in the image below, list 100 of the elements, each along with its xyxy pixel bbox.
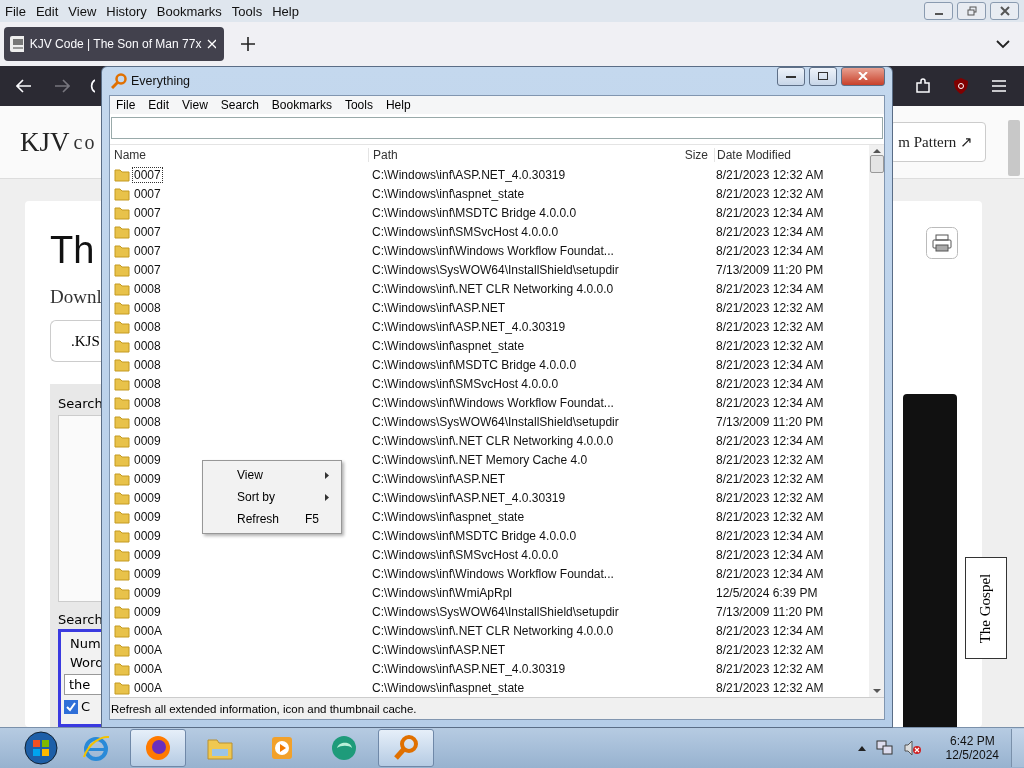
file-name[interactable]: 0008 [132,375,163,392]
date-cell-text: 8/21/2023 12:32 AM [715,338,825,353]
side-tab[interactable]: The Gospel [965,557,1007,659]
path-cell-text: C:\Windows\inf\.NET CLR Networking 4.0.0.0 [371,433,615,448]
site-logo-text[interactable]: co [73,130,97,154]
caret-up-icon[interactable] [857,745,866,751]
puzzle-icon[interactable] [915,78,931,94]
column-header[interactable]: Size [624,148,714,162]
scrollbar-thumb[interactable] [869,155,884,173]
back-icon[interactable] [16,79,32,93]
file-name[interactable]: 0007 [132,185,163,202]
file-name[interactable]: 0007 [132,204,163,221]
menu-item[interactable]: Tools [344,98,373,112]
close-button[interactable] [990,2,1019,20]
muted-speaker-icon[interactable] [903,740,922,756]
menu-item[interactable]: Edit [35,3,59,19]
chevron-down-icon[interactable] [996,39,1010,49]
folder-icon [114,433,130,448]
minimize-button[interactable] [924,2,953,20]
file-name[interactable]: 000A [132,641,165,658]
start-button[interactable] [24,731,58,765]
file-name[interactable]: 0008 [132,413,163,430]
path-cell-text: C:\Windows\inf\ASP.NET_4.0.30319 [371,490,567,505]
taskbar-button[interactable] [130,729,186,767]
column-header[interactable]: Name [110,148,368,162]
file-name[interactable]: 0009 [132,546,163,563]
menu-item[interactable]: File [116,98,136,112]
network-icon[interactable] [875,740,894,756]
forward-icon[interactable] [54,79,70,93]
site-logo[interactable]: KJV [20,126,70,158]
menu-item[interactable]: File [5,3,26,19]
context-menu-item[interactable]: View [205,464,339,486]
menu-icon[interactable] [991,79,1007,93]
date-cell-text: 8/21/2023 12:34 AM [715,357,825,372]
file-name[interactable]: 0007 [132,223,163,240]
file-name[interactable]: 0009 [132,470,163,487]
menu-item[interactable]: Tools [231,3,263,19]
file-name[interactable]: 0007 [132,261,163,278]
menu-item[interactable]: Help [272,3,299,19]
search-field[interactable] [111,117,883,139]
file-name[interactable]: 0009 [132,603,163,620]
file-name[interactable]: 0009 [132,584,163,601]
column-header[interactable]: Path [368,148,624,162]
file-name[interactable]: 0008 [132,356,163,373]
date-cell-text: 8/21/2023 12:34 AM [715,224,825,239]
menu-item[interactable]: View [68,3,97,19]
up-arrow-icon[interactable] [872,148,881,153]
folder-icon [114,167,130,182]
menu-item[interactable]: View [182,98,208,112]
menu-item[interactable]: Bookmarks [156,3,222,19]
file-name[interactable]: 000A [132,660,165,677]
file-name[interactable]: 0007 [132,166,163,183]
menu-item[interactable]: History [106,3,147,19]
menu-item[interactable]: Help [385,98,411,112]
close-button[interactable] [841,66,885,86]
browser-tab[interactable]: KJV Code | The Son of Man 77x [4,27,224,61]
path-cell-text: C:\Windows\inf\MSDTC Bridge 4.0.0.0 [371,357,578,372]
minimize-button[interactable] [777,66,805,86]
menu-item[interactable]: Bookmarks [271,98,332,112]
new-tab-icon[interactable] [241,37,255,51]
file-name[interactable]: 0008 [132,299,163,316]
file-name[interactable]: 0008 [132,337,163,354]
date-cell-text: 8/21/2023 12:32 AM [715,642,825,657]
file-name[interactable]: 0009 [132,527,163,544]
clock[interactable]: 6:42 PM 12/5/2024 [945,734,999,762]
context-menu-item[interactable]: Sort by [205,486,339,508]
date-cell-text: 8/21/2023 12:34 AM [715,547,825,562]
restore-button[interactable] [957,2,986,20]
shield-icon[interactable] [953,77,969,95]
file-name[interactable]: 0008 [132,280,163,297]
file-name[interactable]: 0007 [132,242,163,259]
down-arrow-icon[interactable] [872,689,881,694]
file-name[interactable]: 0008 [132,318,163,335]
pattern-link-button[interactable]: m Pattern ↗ [890,122,986,162]
scrollbar[interactable] [869,145,884,697]
column-header[interactable]: Date Modified [714,148,867,162]
context-menu-item[interactable]: Refresh F5 [205,508,339,530]
path-cell-text: C:\Windows\inf\aspnet_state [371,338,526,353]
minimize-icon [786,73,796,79]
checkbox[interactable] [64,699,78,714]
close-icon[interactable] [207,39,216,49]
file-name[interactable]: 0008 [132,394,163,411]
file-name[interactable]: 0009 [132,489,163,506]
maximize-button[interactable] [809,66,837,86]
taskbar-button[interactable] [378,729,434,767]
minimize-icon [934,13,943,15]
scrollbar-thumb[interactable] [1008,120,1020,176]
file-name[interactable]: 000A [132,622,165,639]
print-icon[interactable] [926,227,958,259]
file-name[interactable]: 000A [132,679,165,696]
word-input[interactable]: the [64,674,101,695]
file-name[interactable]: 0009 [132,565,163,582]
file-name[interactable]: 0009 [132,451,163,468]
folder-icon [114,642,130,657]
menu-item[interactable]: Edit [148,98,170,112]
folder-icon [114,680,130,695]
file-name[interactable]: 0009 [132,432,163,449]
menu-item[interactable]: Search [220,98,259,112]
file-name[interactable]: 0009 [132,508,163,525]
maximize-icon [818,72,828,80]
